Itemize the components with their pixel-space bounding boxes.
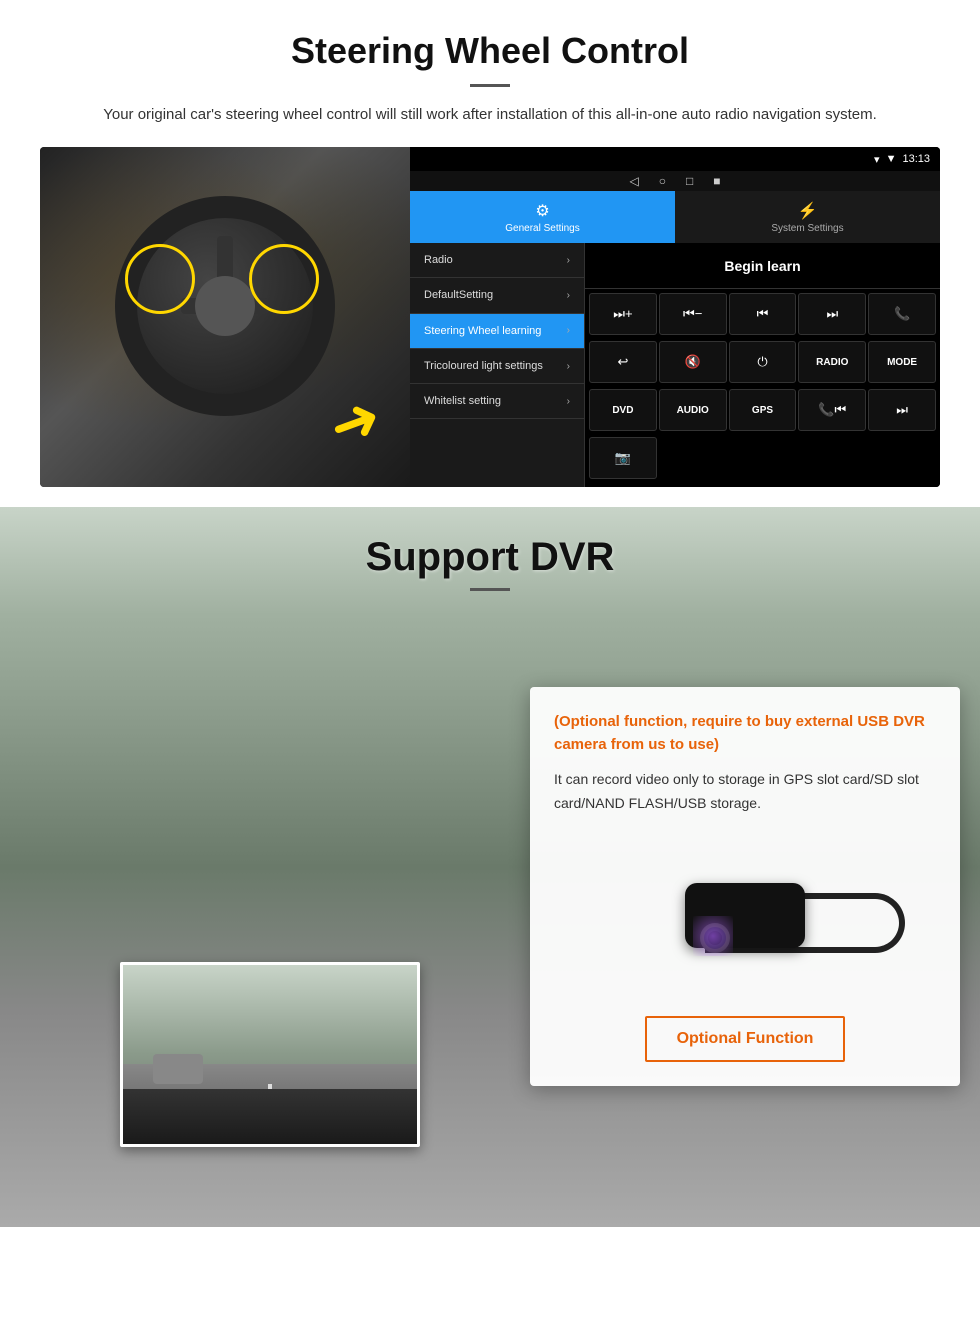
dvr-screenshot-thumbnail [120, 962, 420, 1147]
back-icon[interactable]: ◁ [630, 174, 639, 188]
screenshot-car [153, 1054, 203, 1084]
android-panel: ▾ ▼ 13:13 ◁ ○ □ ■ ⚙ General Settings ⚡ S… [410, 147, 940, 487]
menu-radio-arrow: › [567, 255, 570, 266]
tab-general-label: General Settings [505, 223, 580, 234]
dvr-camera-image [554, 836, 936, 996]
begin-learn-bar: Begin learn [585, 243, 940, 289]
steering-wheel-image [115, 196, 335, 416]
home-icon[interactable]: ○ [659, 174, 666, 188]
right-button-circle [249, 244, 319, 314]
android-nav-bar: ◁ ○ □ ■ [410, 171, 940, 191]
tab-general-settings[interactable]: ⚙ General Settings [410, 191, 675, 243]
android-content: Radio › DefaultSetting › Steering Wheel … [410, 243, 940, 487]
android-tabs: ⚙ General Settings ⚡ System Settings [410, 191, 940, 243]
recents-icon[interactable]: □ [686, 174, 693, 188]
dvr-section: Support DVR (Optional function, require … [0, 507, 980, 1227]
ctrl-mute[interactable]: 🔇 [659, 341, 727, 383]
android-right-panel: Begin learn ⏭+ ⏮− ⏮ ⏭ 📞 ↩ 🔇 ⏻ RADIO [585, 243, 940, 487]
ctrl-mode[interactable]: MODE [868, 341, 936, 383]
ctrl-radio[interactable]: RADIO [798, 341, 866, 383]
dvr-title-section: Support DVR [0, 507, 980, 603]
ctrl-dvd[interactable]: DVD [589, 389, 657, 431]
menu-steering-arrow: › [567, 325, 570, 336]
menu-item-whitelist[interactable]: Whitelist setting › [410, 384, 584, 419]
ctrl-phone[interactable]: 📞 [868, 293, 936, 335]
status-time: 13:13 [902, 153, 930, 165]
dvr-title-divider [470, 588, 510, 591]
menu-item-radio[interactable]: Radio › [410, 243, 584, 278]
settings-menu: Radio › DefaultSetting › Steering Wheel … [410, 243, 585, 487]
general-settings-icon: ⚙ [535, 201, 549, 221]
optional-function-button[interactable]: Optional Function [645, 1016, 845, 1062]
ctrl-gps[interactable]: GPS [729, 389, 797, 431]
menu-whitelist-arrow: › [567, 396, 570, 407]
ctrl-back[interactable]: ↩ [589, 341, 657, 383]
steering-photo: ➜ [40, 147, 410, 487]
camera-body [685, 883, 805, 948]
page-title: Steering Wheel Control [40, 30, 940, 72]
begin-learn-button[interactable]: Begin learn [724, 258, 800, 274]
control-buttons-grid: ⏭+ ⏮− ⏮ ⏭ 📞 ↩ 🔇 ⏻ RADIO MODE DVD AUDIO [585, 289, 940, 487]
tab-system-settings[interactable]: ⚡ System Settings [675, 191, 940, 243]
menu-icon[interactable]: ■ [713, 174, 720, 188]
menu-item-default-setting[interactable]: DefaultSetting › [410, 278, 584, 313]
system-settings-icon: ⚡ [798, 201, 818, 221]
android-statusbar: ▾ ▼ 13:13 [410, 147, 940, 171]
ctrl-audio[interactable]: AUDIO [659, 389, 727, 431]
ctrl-vol-down[interactable]: ⏮− [659, 293, 727, 335]
menu-tricoloured-arrow: › [567, 361, 570, 372]
dvr-info-card: (Optional function, require to buy exter… [530, 687, 960, 1086]
left-button-circle [125, 244, 195, 314]
ctrl-phone-prev[interactable]: 📞⏮ [798, 389, 866, 431]
ctrl-prev[interactable]: ⏮ [729, 293, 797, 335]
dvr-page-title: Support DVR [0, 535, 980, 580]
menu-item-tricoloured[interactable]: Tricoloured light settings › [410, 349, 584, 384]
menu-item-steering-wheel[interactable]: Steering Wheel learning › [410, 314, 584, 349]
steering-section: Steering Wheel Control Your original car… [0, 0, 980, 507]
ctrl-next-skip[interactable]: ⏭ [868, 389, 936, 431]
screenshot-dashboard [123, 1089, 417, 1144]
ctrl-next[interactable]: ⏭ [798, 293, 866, 335]
menu-whitelist-label: Whitelist setting [424, 394, 501, 408]
signal-icon: ▼ [886, 153, 897, 165]
wifi-icon: ▾ [874, 153, 880, 166]
tab-system-label: System Settings [771, 223, 843, 234]
camera-glow [693, 916, 733, 956]
menu-radio-label: Radio [424, 253, 453, 267]
menu-default-arrow: › [567, 290, 570, 301]
title-divider [470, 84, 510, 87]
dvr-description: It can record video only to storage in G… [554, 768, 936, 816]
ctrl-vol-up[interactable]: ⏭+ [589, 293, 657, 335]
menu-steering-label: Steering Wheel learning [424, 324, 541, 338]
ctrl-dvr-cam[interactable]: 📷 [589, 437, 657, 479]
section-subtitle: Your original car's steering wheel contr… [80, 103, 900, 127]
dvr-optional-text: (Optional function, require to buy exter… [554, 711, 936, 756]
ctrl-power[interactable]: ⏻ [729, 341, 797, 383]
menu-default-label: DefaultSetting [424, 288, 493, 302]
menu-tricoloured-label: Tricoloured light settings [424, 359, 543, 373]
android-demo: ➜ ▾ ▼ 13:13 ◁ ○ □ ■ ⚙ General Settings [40, 147, 940, 487]
